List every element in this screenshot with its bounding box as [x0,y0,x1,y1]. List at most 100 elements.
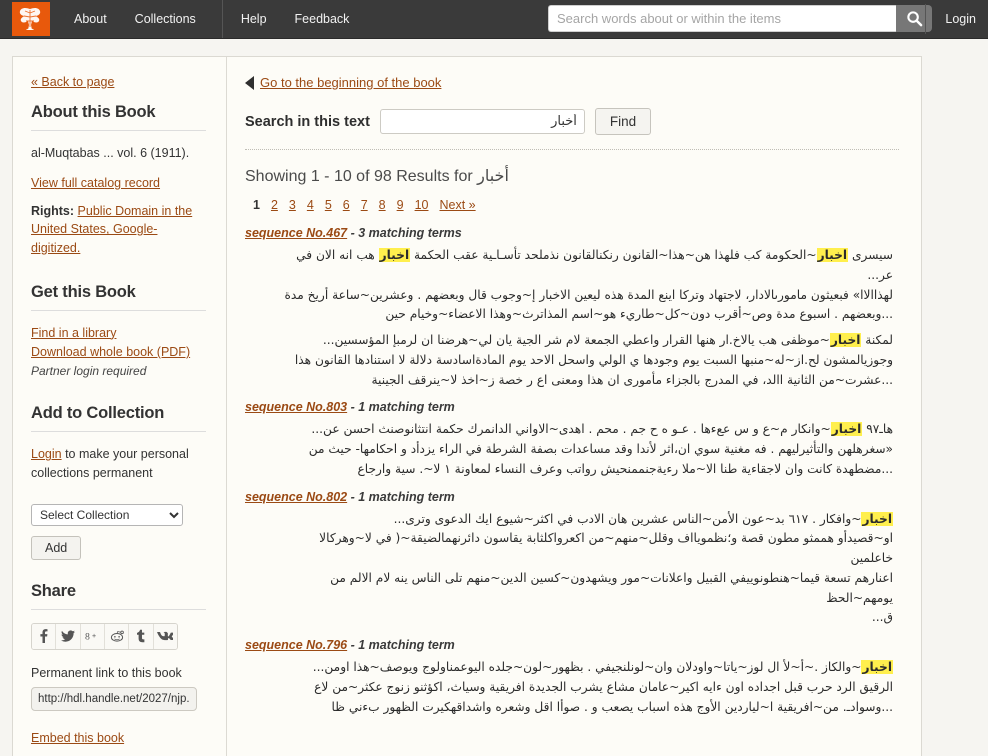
share-vk-icon[interactable] [153,623,177,649]
highlighted-term: اخبار [378,248,411,262]
search-result-item: sequence No.796 - 1 matching term اخبار~و… [245,638,899,717]
login-divider [925,4,926,34]
get-this-book-section: Get this Book Find in a library Download… [31,282,206,378]
nav-help[interactable]: Help [227,0,281,38]
nav-about[interactable]: About [60,0,121,38]
highlighted-term: اخبار [816,248,849,262]
share-googleplus-icon[interactable]: 8 + [80,623,105,649]
highlighted-term: اخبار [861,660,893,675]
nav-group-primary: About Collections [60,0,223,38]
highlighted-term: اخبار [861,511,893,526]
snippet-text: ق... [871,610,893,625]
permalink-label: Permanent link to this book [31,665,182,680]
snippet-text: اعنارهم تسعة قيما~هنطونوييفي القبيل واعل… [330,570,893,605]
add-to-collection-button[interactable]: Add [31,535,82,560]
snippet-text: ...مضطهدة كانت وان لاجقاءية طنا الا~ملا … [357,461,894,476]
snippet-text: ...وسوادـ. من~افريقية ا~لياردين الأوج هذ… [331,699,893,714]
nav-feedback[interactable]: Feedback [281,0,364,38]
snippet-text: او~قصيدأو هممثو مطون قصة و؛نظمويااف وقلل… [319,531,893,566]
main-content: Go to the beginning of the book Search i… [227,57,921,756]
page-link[interactable]: 7 [361,198,368,212]
share-twitter-icon[interactable] [56,623,81,649]
snippet-text: سيسرى [848,248,893,262]
page-link[interactable]: 2 [271,198,278,212]
go-to-beginning-link[interactable]: Go to the beginning of the book [260,75,441,90]
back-to-page-link[interactable]: « Back to page [31,75,114,89]
snippet-text: وجوزيالمشون لح.از~له~منبها السبت يوم وجو… [294,352,893,367]
page-link[interactable]: 4 [307,198,314,212]
snippet-text: ~الحكومة كب فلهذا هن~هذا~القانون رنكنالق… [410,248,817,262]
page-link[interactable]: 9 [397,198,404,212]
find-in-library-link[interactable]: Find in a library [31,326,116,340]
results-count-query: أخبار [477,166,509,185]
book-title-text: al-Muqtabas ... vol. 6 (1911). [31,146,190,160]
global-search-button[interactable] [896,5,932,32]
page-link[interactable]: 10 [415,198,429,212]
page-link[interactable]: 5 [325,198,332,212]
sequence-link[interactable]: sequence No.467 [245,226,347,240]
page-link[interactable]: 6 [343,198,350,212]
collection-login-link[interactable]: Login [31,447,62,461]
highlighted-term: اخبار [830,422,863,437]
snippet-text: «سغرهلهن والتأثيرليهم . فه مغنية سوي ان،… [308,442,893,457]
matching-terms-count: - 1 matching term [347,638,455,653]
sequence-link[interactable]: sequence No.802 [245,490,347,504]
find-button[interactable]: Find [594,108,652,135]
global-search-input[interactable] [548,5,896,32]
content-panel: « Back to page About this Book al-Muqtab… [12,56,922,756]
result-header: sequence No.467 - 3 matching terms [245,226,899,240]
snippet-text: لمكنة [861,333,893,348]
page-link[interactable]: 8 [379,198,386,212]
svg-text:+: + [92,633,96,640]
sidebar-divider-2 [31,309,206,311]
matching-terms-count: - 1 matching term [347,489,455,504]
nav-group-secondary: Help Feedback [223,0,364,38]
embed-this-book-link[interactable]: Embed this book [31,731,124,745]
sidebar-divider-3 [31,431,206,433]
sequence-link[interactable]: sequence No.803 [245,400,347,414]
hathitrust-logo[interactable] [12,2,50,36]
sidebar-divider-1 [31,130,206,131]
list-item: Find in a library [31,324,206,343]
nav-collections[interactable]: Collections [121,0,210,38]
sidebar: « Back to page About this Book al-Muqtab… [13,57,227,756]
page-link[interactable]: 3 [289,198,296,212]
snippet-text: ~وافكار . ٦١٧ بد~عون الأمن~الناس عشرين ه… [393,511,862,526]
view-catalog-record-link[interactable]: View full catalog record [31,176,160,190]
result-snippet: هاـ٩٧ اخبار~وانكار م~ع و س ععءها . عـو ه… [273,420,899,479]
svg-text:8: 8 [85,632,90,642]
matching-terms-count: - 1 matching term [347,400,455,415]
get-this-book-heading: Get this Book [31,282,136,301]
result-header: sequence No.796 - 1 matching term [245,638,899,652]
result-snippet: اخبار~والكاز .~أ~لأ ال لوز~ياتا~واودلان … [273,658,899,717]
search-result-item: sequence No.467 - 3 matching terms سيسرى … [245,226,899,390]
share-section: Share 8 + Permanent link to this book ht… [31,582,206,745]
sequence-link[interactable]: sequence No.796 [245,638,347,652]
add-to-collection-heading: Add to Collection [31,404,165,423]
go-to-beginning-row: Go to the beginning of the book [245,75,899,90]
share-tumblr-icon[interactable] [129,623,154,649]
share-facebook-icon[interactable] [32,623,57,649]
snippet-text: ...وبعضهم . اسبوع مدة وص~أقرب دون~كل~طار… [385,307,893,322]
add-to-collection-section: Add to Collection Login to make your per… [31,404,206,560]
share-reddit-icon[interactable] [104,623,130,649]
get-book-links: Find in a library Download whole book (P… [31,324,206,363]
download-pdf-link[interactable]: Download whole book (PDF) [31,345,190,359]
page-next-link[interactable]: Next » [439,198,475,212]
triangle-left-icon [245,75,254,90]
search-in-text-row: Search in this text Find [245,108,899,135]
result-snippet: لمكنة اخبار~موظفى هب يالاخ.ار هنها القرا… [273,331,899,390]
result-header: sequence No.803 - 1 matching term [245,400,899,414]
select-collection-dropdown[interactable]: Select Collection [31,503,183,526]
permalink-input[interactable] [31,686,197,711]
share-buttons-row: 8 + [31,622,178,650]
page-current: 1 [253,198,260,212]
login-link[interactable]: Login [945,0,976,38]
share-heading: Share [31,581,76,600]
top-navigation-bar: About Collections Help Feedback Login [0,0,988,39]
search-result-item: sequence No.803 - 1 matching term هاـ٩٧ ا… [245,400,899,479]
results-count-prefix: Showing 1 - 10 of 98 Results for [245,168,478,185]
snippet-text: ...عشرت~من الثانية االد، في المدرج بالجز… [371,372,893,387]
search-in-text-input[interactable] [379,109,585,134]
about-this-book-heading: About this Book [31,103,156,121]
